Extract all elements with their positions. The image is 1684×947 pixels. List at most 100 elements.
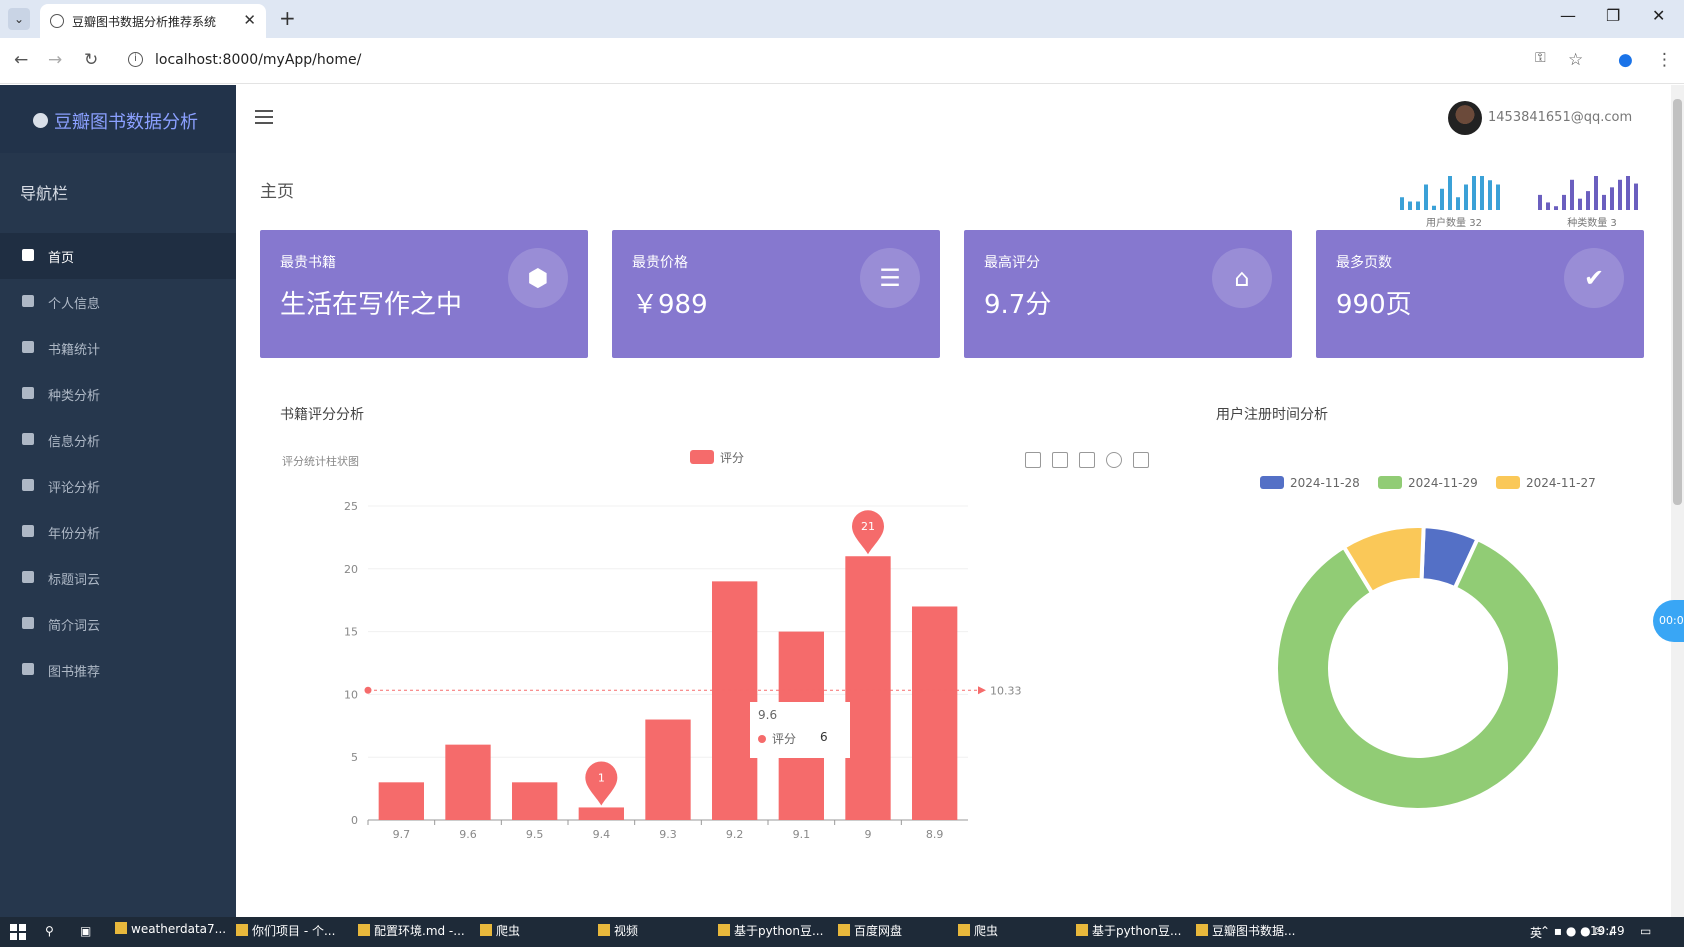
markpoint-label: 1 — [598, 771, 605, 784]
bar[interactable] — [445, 744, 491, 820]
cube-icon: ⬢ — [508, 248, 568, 308]
legend-swatch[interactable] — [1378, 476, 1402, 489]
close-tab-icon[interactable]: ✕ — [243, 11, 256, 29]
sidebar-item-6[interactable]: 年份分析 — [0, 509, 236, 555]
legend-label[interactable]: 2024-11-28 — [1290, 476, 1360, 490]
tab-list-button[interactable]: ⌄ — [8, 8, 30, 30]
x-tick-label: 9.4 — [593, 828, 611, 841]
bar[interactable] — [645, 719, 691, 820]
markpoint-max[interactable]: 21 — [852, 510, 884, 555]
task-view-icon[interactable]: ▣ — [80, 924, 91, 938]
legend-swatch[interactable] — [1260, 476, 1284, 489]
browser-menu-icon[interactable]: ⋮ — [1656, 50, 1673, 70]
taskbar-app-2[interactable]: 配置环境.md -... — [358, 922, 465, 942]
password-key-icon[interactable]: ⚿ — [1535, 50, 1546, 66]
windows-start-icon[interactable] — [10, 924, 26, 940]
bar[interactable] — [512, 782, 558, 820]
bar[interactable] — [912, 606, 958, 820]
download-icon[interactable] — [1133, 452, 1149, 468]
taskbar-app-5[interactable]: 基于python豆... — [718, 922, 823, 942]
menu-toggle-icon[interactable] — [255, 110, 273, 124]
minimize-icon[interactable]: — — [1560, 6, 1576, 25]
ime-indicator[interactable]: 英 — [1530, 924, 1542, 941]
sidebar-item-label: 标题词云 — [48, 573, 101, 588]
taskbar-app-4[interactable]: 视频 — [598, 922, 638, 942]
layers-icon: ☰ — [860, 248, 920, 308]
tooltip-dot — [758, 735, 766, 743]
brand[interactable]: 豆瓣图书数据分析 — [0, 85, 236, 153]
legend-swatch[interactable] — [690, 450, 714, 464]
notification-icon[interactable]: ▭ — [1640, 924, 1651, 938]
forward-icon[interactable]: → — [48, 50, 62, 70]
back-icon[interactable]: ← — [14, 50, 28, 70]
taskbar-app-label: 基于python豆... — [1092, 924, 1182, 938]
card-label: 最贵价格 — [632, 255, 688, 271]
page-title: 主页 — [260, 182, 294, 202]
taskbar-app-label: 配置环境.md -... — [374, 924, 465, 938]
sparkline-bar — [1472, 176, 1476, 210]
sidebar-item-3[interactable]: 种类分析 — [0, 371, 236, 417]
sidebar-item-0[interactable]: 首页 — [0, 233, 236, 279]
legend-label[interactable]: 2024-11-29 — [1408, 476, 1478, 490]
page-scrollbar[interactable] — [1671, 85, 1684, 917]
scrollbar-thumb[interactable] — [1673, 99, 1682, 505]
sidebar-item-2[interactable]: 书籍统计 — [0, 325, 236, 371]
clock[interactable]: 19:49 — [1590, 924, 1625, 938]
user-email: 1453841651@qq.com — [1488, 110, 1633, 125]
profile-icon[interactable]: ● — [1618, 50, 1633, 70]
x-tick-label: 9.1 — [793, 828, 811, 841]
taskbar-app-0[interactable]: weatherdata7... — [115, 922, 226, 942]
sparkline-bar — [1464, 184, 1468, 210]
sparkline-bar — [1480, 176, 1484, 210]
taskbar: ⚲ ▣ weatherdata7... 你们项目 - 个... 配置环境.md -.… — [0, 917, 1684, 947]
taskbar-app-8[interactable]: 基于python豆... — [1076, 922, 1181, 942]
taskbar-app-7[interactable]: 爬虫 — [958, 922, 998, 942]
calendar-icon — [22, 341, 34, 353]
taskbar-app-3[interactable]: 爬虫 — [480, 922, 520, 942]
sidebar-item-label: 图书推荐 — [48, 665, 101, 680]
bookmark-star-icon[interactable]: ☆ — [1568, 50, 1583, 70]
taskbar-app-label: 豆瓣图书数据... — [1212, 924, 1296, 938]
avatar[interactable] — [1448, 101, 1482, 135]
taskbar-app-label: 百度网盘 — [854, 924, 903, 938]
tag-icon: ⌂ — [1212, 248, 1272, 308]
bar[interactable] — [578, 807, 624, 820]
legend-swatch[interactable] — [1496, 476, 1520, 489]
card-value: 990页 — [1336, 290, 1412, 320]
bar[interactable] — [712, 581, 758, 820]
site-info-icon[interactable]: i — [128, 52, 143, 67]
sidebar-item-label: 首页 — [48, 251, 75, 266]
restore-icon[interactable]: ❐ — [1606, 6, 1620, 25]
sidebar-item-4[interactable]: 信息分析 — [0, 417, 236, 463]
x-tick-label: 9.6 — [459, 828, 477, 841]
tooltip-series: 评分 — [772, 732, 797, 746]
taskbar-app-label: 爬虫 — [974, 924, 999, 938]
taskbar-app-1[interactable]: 你们项目 - 个... — [236, 922, 335, 942]
floating-timer-button[interactable]: 00:0 — [1653, 600, 1684, 642]
taskbar-app-6[interactable]: 百度网盘 — [838, 922, 902, 942]
legend-label[interactable]: 评分 — [720, 451, 744, 465]
reload-icon[interactable]: ↻ — [84, 50, 98, 70]
nav-title: 导航栏 — [20, 184, 69, 203]
legend-label[interactable]: 2024-11-27 — [1526, 476, 1596, 490]
window-close-icon[interactable]: ✕ — [1652, 6, 1665, 25]
pie-icon — [22, 525, 34, 537]
bar[interactable] — [845, 556, 891, 820]
taskbar-app-9[interactable]: 豆瓣图书数据... — [1196, 922, 1295, 942]
taskbar-app-label: 你们项目 - 个... — [252, 924, 336, 938]
bar[interactable] — [378, 782, 424, 820]
register-donut-chart: 2024-11-28 2024-11-29 2024-11-27 — [1260, 476, 1596, 812]
markpoint-min[interactable]: 1 — [585, 761, 618, 806]
sidebar-item-5[interactable]: 评论分析 — [0, 463, 236, 509]
browser-tab[interactable]: 豆瓣图书数据分析推荐系统 ✕ — [40, 4, 266, 38]
card-value: 9.7分 — [984, 290, 1052, 320]
user-menu[interactable]: 1453841651@qq.com — [1448, 101, 1644, 135]
sidebar-item-8[interactable]: 简介词云 — [0, 601, 236, 647]
sidebar-item-9[interactable]: 图书推荐 — [0, 647, 236, 693]
url-field[interactable]: localhost:8000/myApp/home/ — [155, 52, 361, 68]
search-icon[interactable]: ⚲ — [45, 924, 54, 938]
sidebar-item-7[interactable]: 标题词云 — [0, 555, 236, 601]
sidebar-item-1[interactable]: 个人信息 — [0, 279, 236, 325]
new-tab-button[interactable]: + — [279, 6, 296, 30]
person-icon — [22, 387, 34, 399]
